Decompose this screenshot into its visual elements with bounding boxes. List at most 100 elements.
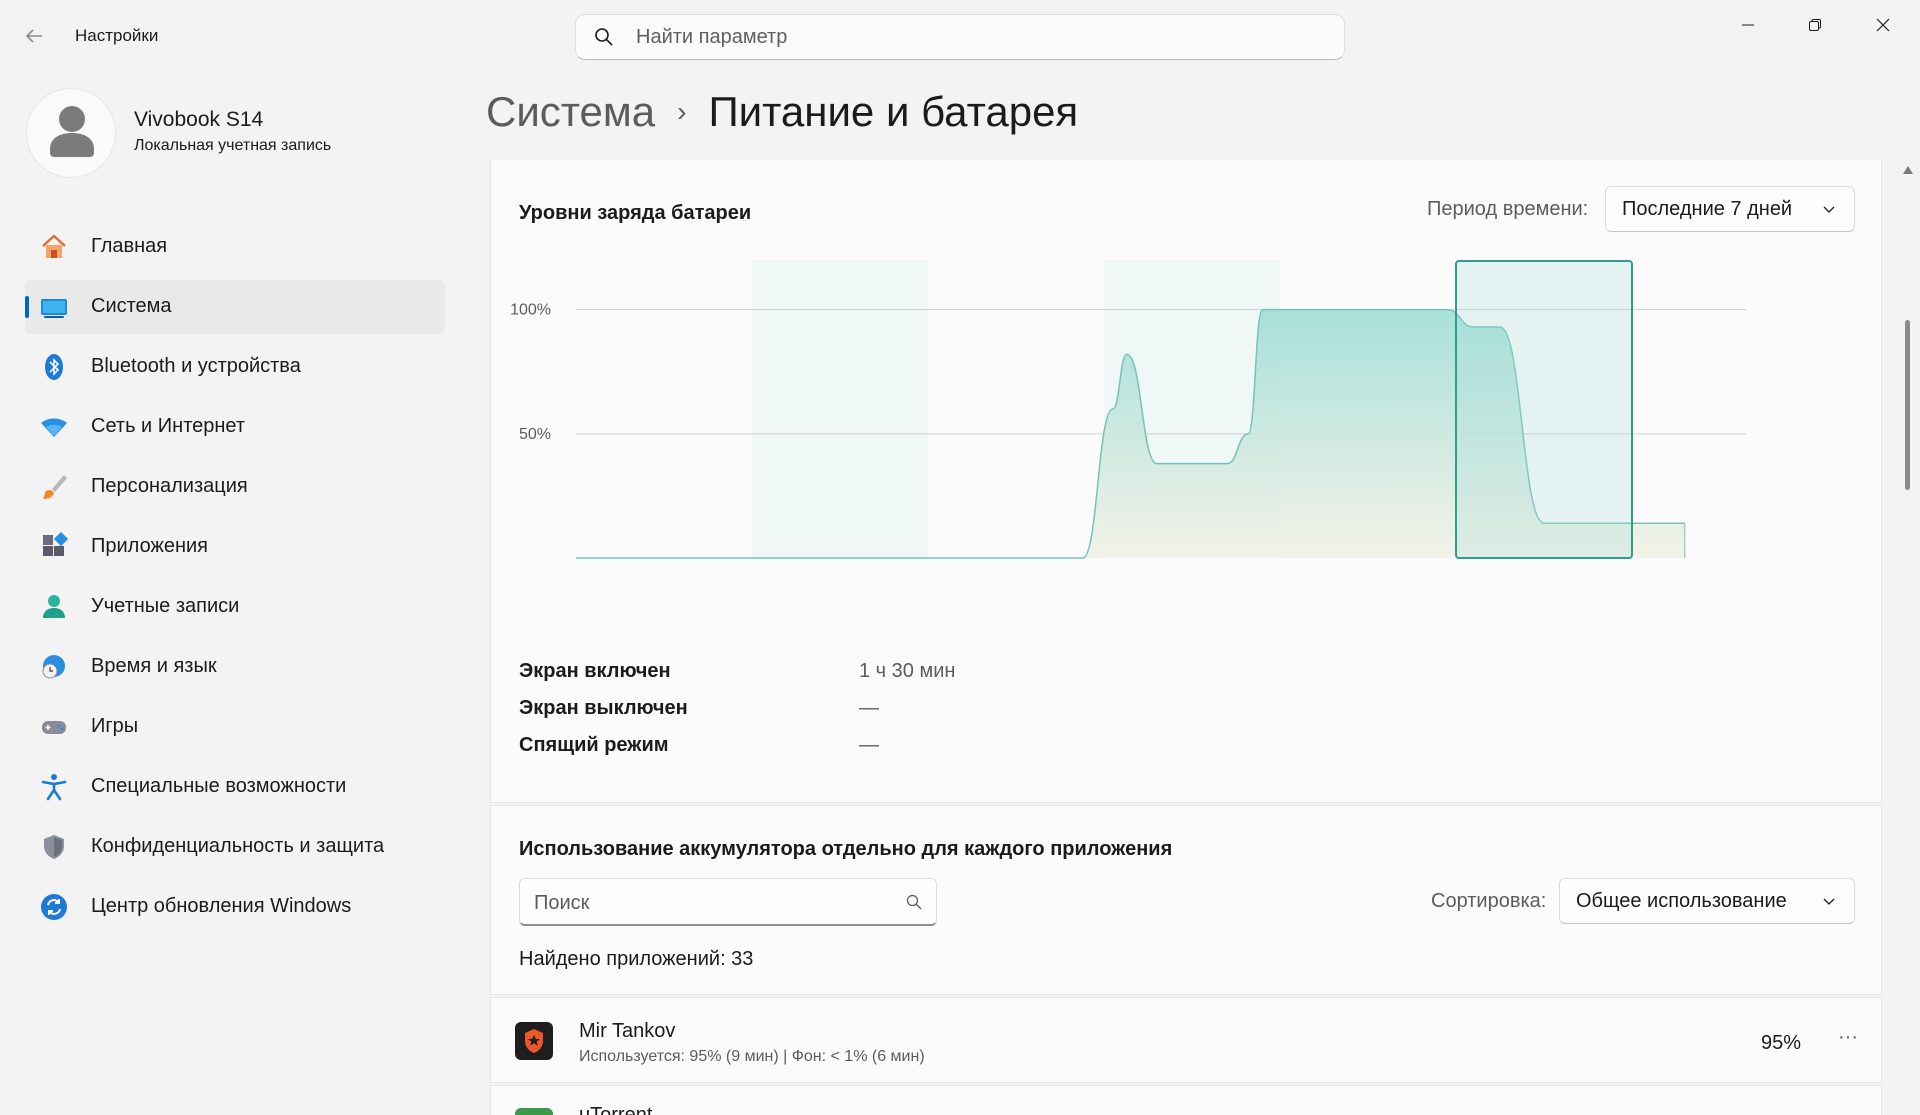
- stat-screen-off: Экран выключен —: [519, 697, 1319, 734]
- sidebar-item-time-language[interactable]: Время и язык: [25, 640, 445, 694]
- avatar: [26, 88, 116, 178]
- apps-found-count: Найдено приложений: 33: [519, 948, 754, 970]
- globe-clock-icon: [39, 652, 69, 682]
- selected-day-frame: [1455, 260, 1633, 559]
- breadcrumb: Система › Питание и батарея: [486, 86, 1078, 138]
- account-type: Локальная учетная запись: [134, 137, 332, 154]
- sidebar-item-personalization[interactable]: Персонализация: [25, 460, 445, 514]
- minimize-button[interactable]: [1723, 10, 1773, 40]
- battery-levels-title: Уровни заряда батареи: [519, 202, 752, 224]
- stat-value: —: [859, 697, 879, 719]
- restore-button[interactable]: [1790, 10, 1840, 40]
- search-icon: [594, 27, 614, 47]
- gamepad-icon: [39, 712, 69, 742]
- scrollbar[interactable]: [1900, 160, 1914, 1115]
- page-title: Питание и батарея: [708, 88, 1079, 135]
- sidebar-item-label: Сеть и Интернет: [91, 415, 246, 437]
- search-icon: [906, 894, 922, 910]
- list-item[interactable]: uTorrent: [490, 1085, 1882, 1115]
- app-name: Mir Tankov: [579, 1020, 676, 1042]
- sidebar-item-home[interactable]: Главная: [25, 220, 445, 274]
- sidebar-item-label: Персонализация: [91, 475, 248, 497]
- list-item[interactable]: Mir Tankov Используется: 95% (9 мин) | Ф…: [490, 997, 1882, 1083]
- close-icon: [1876, 18, 1890, 32]
- sidebar-item-windows-update[interactable]: Центр обновления Windows: [25, 880, 445, 934]
- stat-label: Спящий режим: [519, 734, 669, 756]
- sidebar-item-bluetooth[interactable]: Bluetooth и устройства: [25, 340, 445, 394]
- breadcrumb-system[interactable]: Система: [486, 88, 655, 136]
- period-dropdown[interactable]: Последние 7 дней: [1605, 186, 1855, 232]
- sidebar-item-label: Центр обновления Windows: [91, 895, 352, 917]
- sort-dropdown[interactable]: Общее использование: [1559, 878, 1855, 924]
- profile-name: Vivobook S14: [134, 108, 264, 131]
- user-avatar-icon: [50, 106, 94, 157]
- user-profile[interactable]: Vivobook S14 Локальная учетная запись: [26, 88, 446, 178]
- restore-icon: [1809, 19, 1821, 31]
- chevron-down-icon: [1822, 894, 1836, 908]
- app-title: Настройки: [75, 26, 159, 45]
- home-icon: [39, 232, 69, 262]
- stat-sleep: Спящий режим —: [519, 734, 1319, 771]
- battery-chart[interactable]: 100% 50%: [511, 260, 1751, 640]
- sidebar-item-accessibility[interactable]: Специальные возможности: [25, 760, 445, 814]
- sidebar-nav: Главная Система Bluetooth и устройства С…: [25, 220, 445, 940]
- y-tick-label: 100%: [511, 302, 551, 319]
- sidebar-item-network[interactable]: Сеть и Интернет: [25, 400, 445, 454]
- shield-icon: [39, 832, 69, 862]
- app-name: uTorrent: [579, 1104, 653, 1115]
- sidebar-item-label: Время и язык: [91, 655, 217, 677]
- app-usage-card: Использование аккумулятора отдельно для …: [490, 805, 1882, 995]
- sidebar-item-label: Приложения: [91, 535, 209, 557]
- app-usage-percent: 95%: [1761, 1032, 1802, 1054]
- period-value: Последние 7 дней: [1622, 198, 1793, 220]
- stat-label: Экран включен: [519, 660, 671, 682]
- sidebar-item-label: Специальные возможности: [91, 775, 347, 797]
- sidebar-item-label: Учетные записи: [91, 595, 240, 617]
- settings-search[interactable]: [575, 14, 1345, 60]
- sort-label: Сортировка:: [1431, 890, 1547, 912]
- sidebar-item-label: Конфиденциальность и защита: [91, 835, 385, 857]
- scroll-up-arrow-icon[interactable]: [1903, 166, 1913, 174]
- app-search-input[interactable]: [534, 890, 894, 916]
- sidebar-item-label: Игры: [91, 715, 139, 737]
- stat-screen-on: Экран включен 1 ч 30 мин: [519, 660, 1319, 697]
- wifi-icon: [39, 412, 69, 442]
- breadcrumb-separator: ›: [677, 96, 687, 127]
- period-label: Период времени:: [1427, 198, 1589, 220]
- app-search-box[interactable]: [519, 878, 937, 926]
- sort-value: Общее использование: [1576, 890, 1787, 912]
- close-button[interactable]: [1858, 10, 1908, 40]
- utorrent-app-icon: [515, 1108, 553, 1115]
- stat-value: 1 ч 30 мин: [859, 660, 956, 682]
- sidebar-item-system[interactable]: Система: [25, 280, 445, 334]
- sidebar-item-label: Bluetooth и устройства: [91, 355, 301, 377]
- sidebar-item-privacy[interactable]: Конфиденциальность и защита: [25, 820, 445, 874]
- chevron-down-icon: [1822, 202, 1836, 216]
- sidebar-item-accounts[interactable]: Учетные записи: [25, 580, 445, 634]
- stat-value: —: [859, 734, 879, 756]
- battery-levels-card: Уровни заряда батареи Период времени: По…: [490, 160, 1882, 803]
- more-options-button[interactable]: ···: [1831, 1026, 1865, 1056]
- bluetooth-icon: [39, 352, 69, 382]
- update-icon: [39, 892, 69, 922]
- sidebar-item-apps[interactable]: Приложения: [25, 520, 445, 574]
- back-arrow-icon[interactable]: [22, 24, 50, 48]
- accounts-icon: [39, 592, 69, 622]
- day-band: [752, 260, 928, 558]
- brush-icon: [39, 472, 69, 502]
- sidebar-item-label: Система: [91, 295, 172, 317]
- sidebar-item-gaming[interactable]: Игры: [25, 700, 445, 754]
- minimize-icon: [1742, 24, 1754, 26]
- title-bar: Настройки: [0, 0, 1920, 74]
- mir-tankov-app-icon: [515, 1022, 553, 1060]
- app-usage-title: Использование аккумулятора отдельно для …: [519, 838, 1173, 860]
- stat-label: Экран выключен: [519, 697, 688, 719]
- scroll-thumb[interactable]: [1905, 320, 1910, 490]
- accessibility-icon: [39, 772, 69, 802]
- y-tick-label: 50%: [519, 426, 551, 443]
- sidebar-item-label: Главная: [91, 235, 168, 257]
- system-icon: [39, 292, 69, 322]
- screen-stats: Экран включен 1 ч 30 мин Экран выключен …: [519, 660, 1319, 771]
- apps-icon: [39, 532, 69, 562]
- settings-search-input[interactable]: [636, 23, 1316, 51]
